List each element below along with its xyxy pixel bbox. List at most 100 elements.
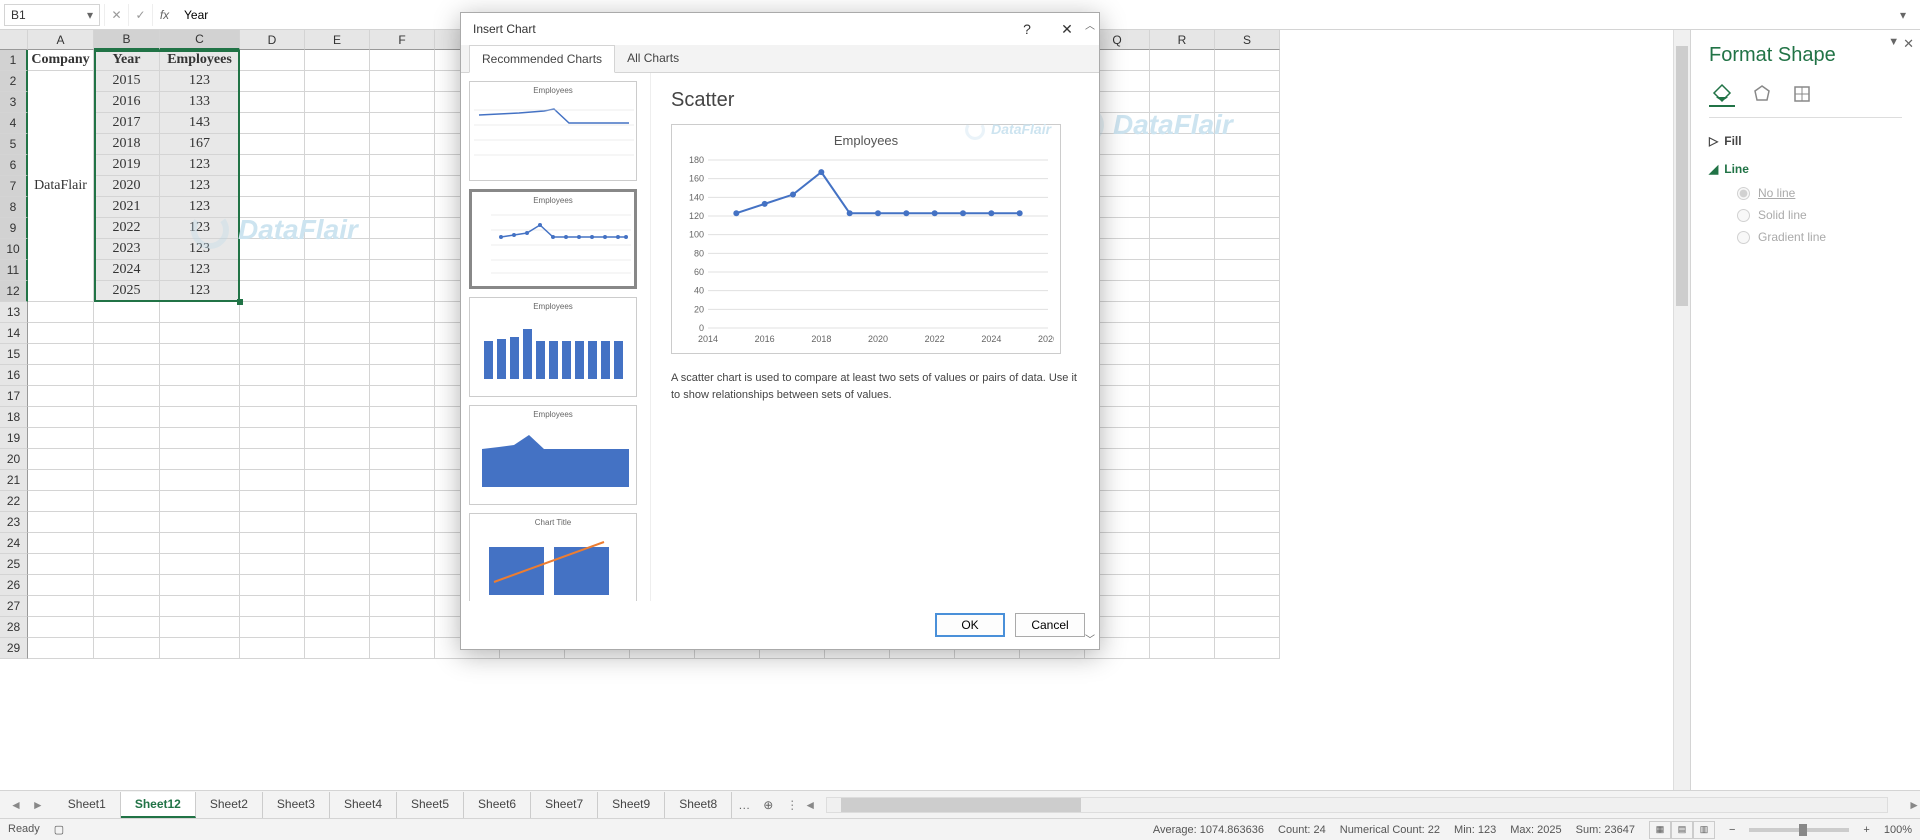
row-header[interactable]: 8 [0, 197, 28, 218]
cell[interactable] [28, 365, 94, 386]
cell[interactable] [160, 323, 240, 344]
cell[interactable] [305, 302, 370, 323]
cell[interactable] [1150, 302, 1215, 323]
row-header[interactable]: 20 [0, 449, 28, 470]
cell[interactable] [94, 386, 160, 407]
preview-chart[interactable]: Employees 020406080100120140160180201420… [671, 124, 1061, 354]
row-header[interactable]: 7 [0, 176, 28, 197]
cell[interactable] [370, 428, 435, 449]
cell[interactable] [305, 176, 370, 197]
cell[interactable] [1215, 533, 1280, 554]
accept-formula-icon[interactable]: ✓ [128, 4, 152, 26]
cell[interactable] [1215, 449, 1280, 470]
cell[interactable] [305, 491, 370, 512]
column-header[interactable]: F [370, 30, 435, 50]
row-header[interactable]: 28 [0, 617, 28, 638]
cell[interactable] [240, 92, 305, 113]
cell[interactable]: 2025 [94, 281, 160, 302]
thumb-area-chart[interactable]: Employees [469, 405, 637, 505]
cell[interactable] [370, 533, 435, 554]
sheet-tab[interactable]: Sheet4 [330, 792, 397, 818]
cell[interactable] [1215, 617, 1280, 638]
cell[interactable] [305, 575, 370, 596]
cell[interactable] [94, 491, 160, 512]
cell[interactable] [1150, 197, 1215, 218]
cell[interactable] [370, 155, 435, 176]
cell[interactable] [28, 428, 94, 449]
sheet-tab[interactable]: Sheet8 [665, 792, 732, 818]
cell[interactable] [370, 449, 435, 470]
row-header[interactable]: 19 [0, 428, 28, 449]
cell[interactable] [28, 491, 94, 512]
cell[interactable] [160, 386, 240, 407]
cell[interactable] [1150, 638, 1215, 659]
cell[interactable] [94, 407, 160, 428]
cell[interactable] [305, 617, 370, 638]
cell[interactable] [240, 491, 305, 512]
no-line-radio[interactable]: No line [1709, 182, 1902, 204]
cell[interactable] [305, 155, 370, 176]
fill-handle[interactable] [237, 299, 243, 305]
row-header[interactable]: 24 [0, 533, 28, 554]
cell[interactable] [240, 638, 305, 659]
cell[interactable]: 2017 [94, 113, 160, 134]
page-break-view-icon[interactable]: ▥ [1693, 821, 1715, 839]
cell[interactable] [160, 533, 240, 554]
cell[interactable] [1150, 260, 1215, 281]
cell[interactable] [370, 617, 435, 638]
cell[interactable] [1215, 638, 1280, 659]
row-header[interactable]: 17 [0, 386, 28, 407]
cell[interactable] [370, 491, 435, 512]
cell[interactable] [370, 239, 435, 260]
cell[interactable] [1150, 470, 1215, 491]
cell[interactable] [1150, 218, 1215, 239]
cell[interactable]: 2016 [94, 92, 160, 113]
cell[interactable] [370, 197, 435, 218]
row-header[interactable]: 26 [0, 575, 28, 596]
row-header[interactable]: 9 [0, 218, 28, 239]
cell[interactable]: 123 [160, 176, 240, 197]
cell[interactable] [94, 428, 160, 449]
cell[interactable]: 2019 [94, 155, 160, 176]
column-header[interactable]: D [240, 30, 305, 50]
cell[interactable] [240, 575, 305, 596]
cell[interactable] [160, 575, 240, 596]
cell[interactable] [305, 218, 370, 239]
cell[interactable] [370, 512, 435, 533]
sheet-tab[interactable]: Sheet1 [54, 792, 121, 818]
sheet-tab[interactable]: Sheet6 [464, 792, 531, 818]
normal-view-icon[interactable]: ▦ [1649, 821, 1671, 839]
cell[interactable] [240, 218, 305, 239]
cell[interactable] [1215, 71, 1280, 92]
cell[interactable] [94, 638, 160, 659]
row-header[interactable]: 3 [0, 92, 28, 113]
cell[interactable] [28, 596, 94, 617]
sheet-nav-prev-icon[interactable]: ◄ [10, 798, 22, 812]
row-header[interactable]: 23 [0, 512, 28, 533]
cell[interactable] [370, 554, 435, 575]
cell[interactable] [305, 71, 370, 92]
cell[interactable]: Year [94, 50, 160, 71]
cell[interactable] [305, 386, 370, 407]
row-header[interactable]: 18 [0, 407, 28, 428]
cell[interactable] [370, 218, 435, 239]
cell[interactable] [370, 365, 435, 386]
row-header[interactable]: 29 [0, 638, 28, 659]
zoom-out-icon[interactable]: − [1729, 824, 1735, 836]
cell[interactable] [370, 302, 435, 323]
cell[interactable] [240, 176, 305, 197]
cell[interactable] [1150, 512, 1215, 533]
cell[interactable] [28, 575, 94, 596]
cell[interactable] [305, 533, 370, 554]
cell[interactable]: 2024 [94, 260, 160, 281]
cell[interactable] [94, 365, 160, 386]
cell[interactable] [28, 470, 94, 491]
cell[interactable] [240, 428, 305, 449]
cell[interactable] [160, 428, 240, 449]
cell[interactable] [305, 554, 370, 575]
macro-record-icon[interactable]: ▢ [54, 823, 64, 836]
dialog-titlebar[interactable]: Insert Chart ? ✕ [461, 13, 1099, 45]
cell[interactable]: 143 [160, 113, 240, 134]
cell[interactable] [94, 533, 160, 554]
thumb-scatter-chart[interactable]: Employees [469, 189, 637, 289]
